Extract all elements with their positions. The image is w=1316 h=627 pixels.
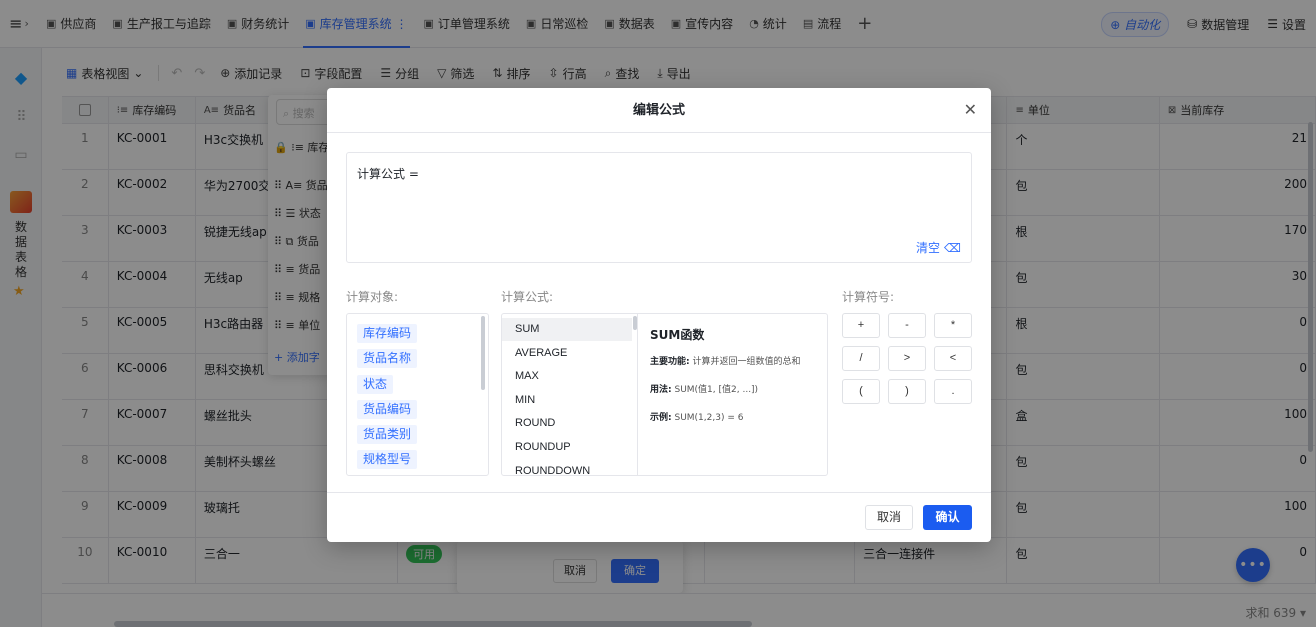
backspace-icon: ⌫	[944, 240, 961, 255]
confirm-button[interactable]: 确认	[923, 505, 972, 530]
operator-greater-button[interactable]: >	[888, 346, 926, 371]
functions-label: 计算公式:	[501, 290, 554, 304]
formula-label: 计算公式 =	[357, 167, 419, 181]
function-item[interactable]: ROUNDDOWN	[502, 460, 632, 475]
function-item[interactable]: ROUND	[502, 412, 632, 435]
objects-scrollbar[interactable]	[481, 316, 485, 390]
clear-button[interactable]: 清空 ⌫	[916, 239, 961, 256]
close-icon[interactable]: ✕	[964, 100, 977, 119]
objects-label: 计算对象:	[346, 290, 399, 304]
function-item[interactable]: ROUNDUP	[502, 436, 632, 459]
object-tag[interactable]: 货品名称	[357, 349, 418, 368]
formula-editor[interactable]: 计算公式 = 清空 ⌫	[346, 152, 972, 263]
operator-plus-button[interactable]: +	[842, 313, 880, 338]
functions-scrollbar[interactable]	[633, 316, 637, 330]
object-tag[interactable]: 货品编码	[357, 400, 418, 419]
object-tag[interactable]: 库存编码	[357, 324, 418, 343]
function-item[interactable]: SUM	[502, 318, 632, 341]
operator-minus-button[interactable]: -	[888, 313, 926, 338]
operator-divide-button[interactable]: /	[842, 346, 880, 371]
operator-dot-button[interactable]: .	[934, 379, 972, 404]
object-tag[interactable]: 状态	[357, 375, 394, 394]
dialog-title: 编辑公式	[327, 88, 991, 133]
objects-list: 库存编码 货品名称 状态 货品编码 货品类别 规格型号	[346, 313, 489, 476]
operator-lparen-button[interactable]: (	[842, 379, 880, 404]
object-tag[interactable]: 货品类别	[357, 425, 418, 444]
functions-panel: SUM AVERAGE MAX MIN ROUND ROUNDUP ROUNDD…	[501, 313, 828, 476]
operator-multiply-button[interactable]: *	[934, 313, 972, 338]
function-item[interactable]: MAX	[502, 365, 632, 388]
cancel-button[interactable]: 取消	[865, 505, 913, 530]
operators-label: 计算符号:	[842, 290, 895, 304]
function-description: 主要功能: 计算并返回一组数值的总和	[650, 357, 801, 367]
function-example: 示例: SUM(1,2,3) = 6	[650, 413, 744, 423]
function-detail: SUM函数 主要功能: 计算并返回一组数值的总和 用法: SUM(值1, [值2…	[650, 314, 826, 475]
operator-rparen-button[interactable]: )	[888, 379, 926, 404]
function-item[interactable]: MIN	[502, 389, 632, 412]
dialog-footer: 取消 确认	[327, 492, 991, 542]
edit-formula-dialog: 编辑公式 ✕ 计算公式 = 清空 ⌫ 计算对象: 计算公式: 计算符号: 库存编码…	[327, 88, 991, 542]
function-usage: 用法: SUM(值1, [值2, ...])	[650, 385, 759, 395]
object-tag[interactable]: 规格型号	[357, 450, 418, 469]
function-title: SUM函数	[650, 328, 705, 342]
function-item[interactable]: AVERAGE	[502, 342, 632, 365]
functions-list: SUM AVERAGE MAX MIN ROUND ROUNDUP ROUNDD…	[502, 314, 638, 475]
operator-less-button[interactable]: <	[934, 346, 972, 371]
